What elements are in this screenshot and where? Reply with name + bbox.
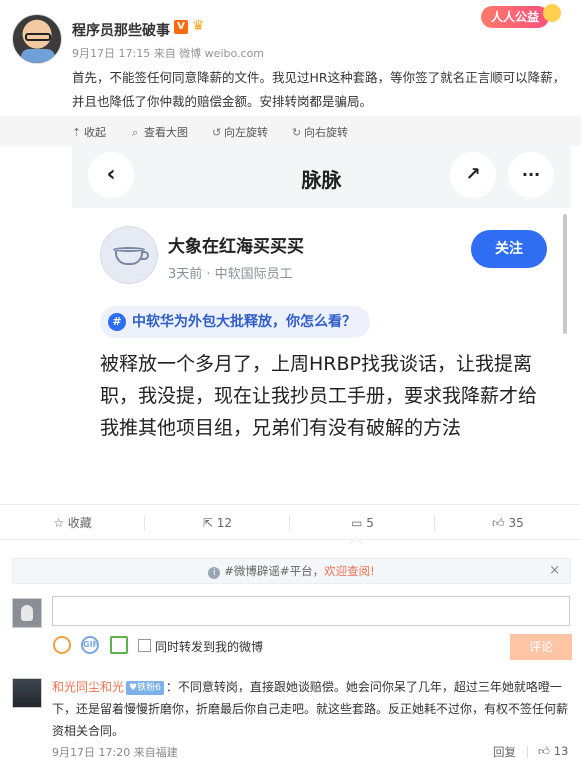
hashtag-icon: # [108,313,126,331]
public-welfare-badge[interactable]: 人人公益 [480,6,549,28]
heart-sun-icon [543,4,561,22]
comment-button[interactable]: ▭ 5 [290,505,435,541]
star-icon: ☆ [53,516,64,530]
view-large-label: 查看大图 [144,126,188,139]
info-icon: i [208,567,221,579]
repost-count: 12 [216,516,233,530]
crown-icon: ♛ [192,18,205,34]
maimai-body: 被释放一个多月了，上周HRBP找我谈话，让我提离职，我没提，现在让我抄员工手册，… [100,353,538,439]
fan-badge-icon: ♥ [129,683,138,693]
post-meta: 9月17日 17:15 来自 微博 weibo.com [72,47,265,60]
post-text: 首先，不能签任何同意降薪的文件。我见过HR这种套路，等你签了就名正言顺可以降薪，… [72,70,566,109]
comment-like-count: 13 [553,744,569,758]
avatar-glasses [25,33,51,41]
comment-count: 5 [366,516,374,530]
rotate-left-button[interactable]: ↺ 向左旋转 [212,124,268,140]
image-icon[interactable] [110,636,128,654]
comment-input[interactable] [52,596,570,626]
share-icon: ↗ [450,152,496,198]
divider [527,746,528,758]
gif-icon[interactable]: GIF [81,636,99,654]
avatar-shirt [21,49,55,63]
post-header: 程序员那些破事 V ♛ 人人公益 9月17日 17:15 来自 微博 weibo… [0,0,581,116]
cup-handle [141,251,149,260]
repost-button[interactable]: ⇱ 12 [145,505,290,541]
rotate-left-icon: ↺ [212,126,222,139]
scrollbar[interactable] [563,214,567,334]
image-toolbar: ⇡ 收起 ⌕ 查看大图 ↺ 向左旋转 ↻ 向右旋转 [0,116,581,146]
cup-body [115,251,143,265]
topic-tag: # 中软华为外包大批释放，你怎么看？ [100,306,370,338]
follow-button: 关注 [471,230,547,268]
also-repost-checkbox[interactable] [138,639,151,652]
rotate-right-label: 向右旋转 [304,126,348,139]
collapse-label: 收起 [84,126,106,139]
close-icon[interactable]: × [549,559,560,583]
view-large-button[interactable]: ⌕ 查看大图 [132,124,188,140]
commenter-avatar[interactable] [12,678,42,708]
post-image[interactable]: ‹ 脉脉 ↗ ··· 大象在红海买买买 3天前 · 中软国际员工 关注 # 中软华… [72,146,571,492]
thumb-up-icon: 👍︎ [492,516,505,530]
comment-like-button[interactable]: 👍︎ 13 [538,744,568,759]
arrow-up-icon: ⇡ [72,126,82,139]
favorite-label: 收藏 [67,516,92,530]
maimai-author: 大象在红海买买买 [168,237,304,257]
maimai-author-meta: 3天前 · 中软国际员工 [168,267,293,282]
user-avatar[interactable] [12,14,62,64]
notice-link[interactable]: 欢迎查阅! [324,564,375,578]
reply-button[interactable]: 回复 [493,744,516,760]
comment-item: 和光同尘和光 ♥铁粉6 ：不同意转岗，直接跟她谈赔偿。她会问你呆了几年，超过三年她就… [52,676,572,742]
app-title: 脉脉 [301,168,342,192]
username-link[interactable]: 程序员那些破事 [72,20,170,40]
collapse-button[interactable]: ⇡ 收起 [72,124,106,140]
topic-label: 中软华为外包大批释放，你怎么看？ [132,314,356,330]
also-repost-label: 同时转发到我的微博 [155,640,264,654]
notice-text: #微博辟谣#平台， [224,564,325,578]
action-bar: ☆ 收藏 ⇱ 12 ▭ 5 👍︎ 35 [0,504,581,552]
rotate-left-label: 向左旋转 [224,126,268,139]
comment-section: i #微博辟谣#平台，欢迎查阅! × GIF 同时转发到我的微博 评论 和光同尘和… [0,548,581,768]
my-avatar [12,598,42,628]
fan-badge-label: 铁粉6 [137,683,161,693]
repost-icon: ⇱ [202,516,213,530]
maimai-card: 大象在红海买买买 3天前 · 中软国际员工 关注 # 中软华为外包大批释放，你怎么… [72,208,571,492]
verified-icon: V [174,20,188,34]
like-count: 35 [508,516,524,530]
more-icon: ··· [508,152,554,198]
magnify-icon: ⌕ [132,126,139,139]
emoji-icon[interactable] [53,636,71,654]
rotate-right-button[interactable]: ↻ 向右旋转 [292,124,348,140]
like-button[interactable]: 👍︎ 35 [435,505,581,541]
submit-comment-button[interactable]: 评论 [510,634,572,660]
rumor-notice: i #微博辟谣#平台，欢迎查阅! × [12,558,571,584]
comment-icon: ▭ [351,516,363,530]
cup-avatar-icon [100,226,158,284]
thumb-up-icon: 👍︎ [538,744,551,758]
comment-meta: 9月17日 17:20 来自福建 [52,746,178,759]
favorite-button[interactable]: ☆ 收藏 [0,505,145,541]
commenter-name[interactable]: 和光同尘和光 [52,680,124,694]
rotate-right-icon: ↻ [292,126,302,139]
fan-badge: ♥铁粉6 [126,681,164,695]
